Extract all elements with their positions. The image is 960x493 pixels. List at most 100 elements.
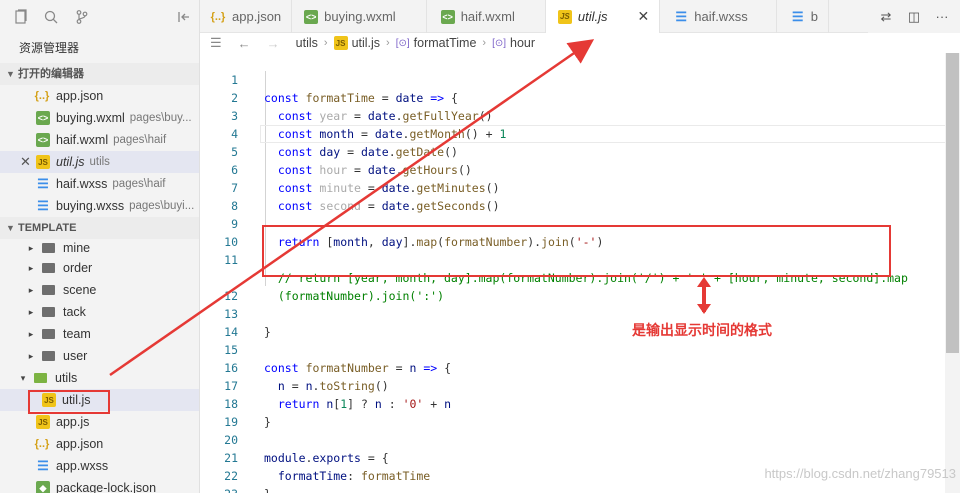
list-icon[interactable]: ☰ <box>210 35 222 51</box>
file-item[interactable]: ◆ package-lock.json <box>0 477 199 493</box>
open-editors-label: 打开的编辑器 <box>18 68 84 80</box>
wxss-file-icon: ☰ <box>37 458 49 473</box>
tab-label: b <box>810 9 818 24</box>
files-icon[interactable] <box>6 0 36 33</box>
code-line: 13 } <box>224 307 271 339</box>
wxss-file-icon: ☰ <box>37 176 49 191</box>
folder-item[interactable]: ▸ mine <box>0 239 199 257</box>
tab-haif-wxss[interactable]: ☰ haif.wxss <box>660 0 777 33</box>
close-icon[interactable]: ✕ <box>20 154 31 170</box>
tab-label: haif.wxml <box>460 9 515 24</box>
open-editor-path: utils <box>89 156 110 168</box>
folder-icon <box>42 285 55 295</box>
scrollbar-thumb[interactable] <box>946 53 959 353</box>
code-line: 21 formatTime: formatTime <box>224 451 431 483</box>
symbol-icon: [⊙] <box>492 37 507 49</box>
folder-item[interactable]: ▸ order <box>0 257 199 279</box>
open-editor-item[interactable]: <> haif.wxml pages\haif <box>0 129 199 151</box>
open-editor-item[interactable]: ☰ haif.wxss pages\haif <box>0 173 199 195</box>
breadcrumb-folder[interactable]: utils <box>296 36 318 50</box>
chevron-right-icon: ▸ <box>28 262 34 273</box>
breadcrumb-symbol[interactable]: formatTime <box>414 36 477 50</box>
open-editor-item[interactable]: ☰ buying.wxss pages\buyi... <box>0 195 199 217</box>
explorer-title: 资源管理器 <box>19 41 80 55</box>
open-editor-name: buying.wxml <box>56 111 125 125</box>
chevron-down-icon: ▾ <box>20 372 26 383</box>
code-line: 7 const second = date.getSeconds() <box>231 181 500 213</box>
compare-icon[interactable]: ⇄ <box>872 9 900 25</box>
open-editor-name: haif.wxss <box>56 177 108 191</box>
breadcrumb-symbol[interactable]: hour <box>510 36 535 50</box>
folder-name: utils <box>55 371 78 385</box>
more-icon[interactable]: ··· <box>928 9 956 24</box>
search-icon[interactable] <box>36 0 66 33</box>
code-line: 8 <box>231 199 238 213</box>
chevron-down-icon: ▼ <box>6 223 15 233</box>
tab-label: haif.wxss <box>694 9 748 24</box>
folder-icon <box>42 263 55 273</box>
open-editor-name: haif.wxml <box>56 133 109 147</box>
js-file-icon: JS <box>36 415 50 429</box>
wxss-file-icon: ☰ <box>37 198 49 213</box>
close-icon[interactable]: ✕ <box>638 8 650 25</box>
tab-tools: ⇄ ◫ ··· <box>868 0 960 33</box>
json-file-icon: {..} <box>34 90 50 102</box>
tab-util-js[interactable]: JS util.js ✕ <box>545 0 661 33</box>
code-line: 19 <box>224 415 238 429</box>
file-name: app.json <box>56 437 104 451</box>
folder-item[interactable]: ▸ user <box>0 345 199 367</box>
folder-item-utils[interactable]: ▾ utils <box>0 367 199 389</box>
folder-item[interactable]: ▸ tack <box>0 301 199 323</box>
tab-buying-wxss[interactable]: ☰ b <box>777 0 829 33</box>
folder-icon <box>42 329 55 339</box>
open-editor-item[interactable]: <> buying.wxml pages\buy... <box>0 107 199 129</box>
highlight-box-file <box>28 390 110 414</box>
vertical-scrollbar[interactable] <box>945 53 960 493</box>
editor-tabbar: {..} app.json <> buying.wxml <> haif.wxm… <box>200 0 960 33</box>
wxss-file-icon: ☰ <box>675 8 688 24</box>
open-editor-item[interactable]: {..} app.json <box>0 85 199 107</box>
wxml-file-icon: <> <box>440 9 455 24</box>
code-line: 17 return n[1] ? n : '0' + n <box>224 379 452 411</box>
code-line: 6 const minute = date.getMinutes() <box>231 163 500 195</box>
forward-arrow-icon[interactable]: → <box>267 36 280 51</box>
back-arrow-icon[interactable]: ← <box>238 36 251 51</box>
file-item[interactable]: ☰ app.wxss <box>0 455 199 477</box>
sidebar-toolbar <box>0 0 199 33</box>
folder-name: scene <box>63 283 97 297</box>
tab-buying-wxml[interactable]: <> buying.wxml <box>292 0 427 33</box>
file-name: package-lock.json <box>56 481 157 493</box>
chevron-right-icon: › <box>323 37 328 49</box>
explorer-sidebar: 资源管理器 ▼ 打开的编辑器 {..} app.json <> buying.w… <box>0 0 200 493</box>
open-editors-header[interactable]: ▼ 打开的编辑器 <box>0 63 199 85</box>
collapse-panel-icon[interactable] <box>169 0 199 33</box>
folder-item[interactable]: ▸ scene <box>0 279 199 301</box>
open-editor-name: app.json <box>56 89 104 103</box>
tab-haif-wxml[interactable]: <> haif.wxml <box>427 0 546 33</box>
template-header[interactable]: ▼ TEMPLATE <box>0 217 199 239</box>
source-control-icon[interactable] <box>67 0 97 33</box>
folder-open-icon <box>34 373 47 383</box>
open-editor-item-active[interactable]: ✕ JS util.js utils <box>0 151 199 173</box>
wxml-file-icon: <> <box>36 133 50 147</box>
tab-label: app.json <box>232 9 282 24</box>
json-file-icon: {..} <box>34 438 50 450</box>
code-line: 4 const day = date.getDate() <box>231 127 458 159</box>
file-item[interactable]: JS app.js <box>0 411 199 433</box>
folder-name: mine <box>63 241 91 255</box>
folder-icon <box>42 307 55 317</box>
folder-item[interactable]: ▸ team <box>0 323 199 345</box>
tab-app-json[interactable]: {..} app.json <box>200 0 293 33</box>
wxss-file-icon: ☰ <box>791 8 804 24</box>
folder-name: user <box>63 349 88 363</box>
chevron-right-icon: ▸ <box>28 350 34 361</box>
file-item[interactable]: {..} app.json <box>0 433 199 455</box>
package-file-icon: ◆ <box>36 481 50 493</box>
js-file-icon: JS <box>557 9 572 24</box>
wxml-file-icon: <> <box>304 9 319 24</box>
folder-name: tack <box>63 305 86 319</box>
breadcrumb-file[interactable]: util.js <box>352 36 380 50</box>
split-editor-icon[interactable]: ◫ <box>900 9 928 25</box>
chevron-right-icon: ▸ <box>28 328 34 339</box>
wxml-file-icon: <> <box>36 111 50 125</box>
